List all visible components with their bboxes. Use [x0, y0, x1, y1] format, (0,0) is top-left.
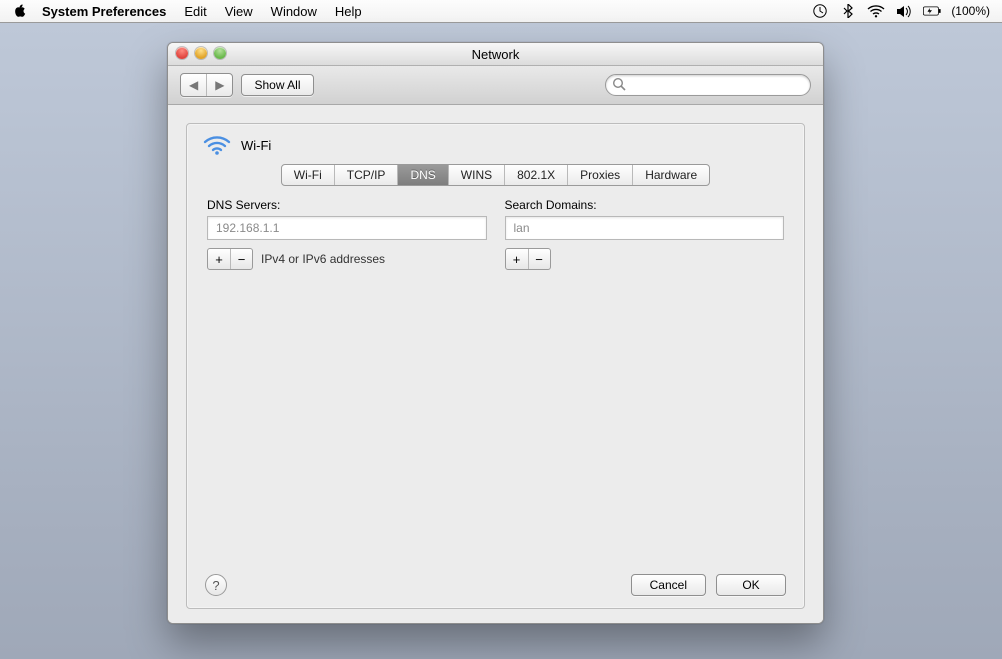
tab-dns[interactable]: DNS [398, 165, 448, 185]
dns-servers-label: DNS Servers: [207, 198, 487, 212]
wifi-advanced-sheet: Wi-Fi Wi-Fi TCP/IP DNS WINS 802.1X Proxi… [186, 123, 805, 609]
search-domain-row[interactable]: lan [506, 217, 784, 239]
toolbar-search [605, 74, 811, 96]
apple-menu[interactable] [14, 4, 28, 18]
menu-edit[interactable]: Edit [184, 4, 206, 19]
tab-proxies[interactable]: Proxies [568, 165, 633, 185]
battery-percent: (100%) [951, 4, 990, 18]
window-titlebar[interactable]: Network [168, 43, 823, 66]
app-menu[interactable]: System Preferences [42, 4, 166, 19]
minimize-window-button[interactable] [195, 47, 207, 59]
close-window-button[interactable] [176, 47, 188, 59]
add-search-domain-button[interactable]: + [506, 249, 528, 269]
menu-view[interactable]: View [225, 4, 253, 19]
battery-icon[interactable] [923, 4, 941, 18]
search-input[interactable] [605, 74, 811, 96]
wifi-status-icon[interactable] [867, 4, 885, 18]
add-dns-server-button[interactable]: + [208, 249, 230, 269]
cancel-button[interactable]: Cancel [631, 574, 706, 596]
ok-button[interactable]: OK [716, 574, 786, 596]
window-title: Network [472, 47, 520, 62]
help-button[interactable]: ? [205, 574, 227, 596]
tab-wins[interactable]: WINS [449, 165, 505, 185]
tab-hardware[interactable]: Hardware [633, 165, 709, 185]
remove-dns-server-button[interactable]: − [230, 249, 252, 269]
preferences-window: Network ◀ ▶ Show All Wi-Fi Wi-F [167, 42, 824, 624]
search-domains-label: Search Domains: [505, 198, 785, 212]
search-icon [612, 77, 626, 94]
back-button[interactable]: ◀ [181, 74, 206, 96]
bluetooth-icon[interactable] [839, 4, 857, 18]
dns-servers-list[interactable]: 192.168.1.1 [207, 216, 487, 240]
wifi-icon [203, 134, 231, 156]
forward-button[interactable]: ▶ [206, 74, 232, 96]
connection-name: Wi-Fi [241, 138, 271, 153]
time-machine-icon[interactable] [811, 4, 829, 18]
search-domains-list[interactable]: lan [505, 216, 785, 240]
window-toolbar: ◀ ▶ Show All [168, 66, 823, 105]
dns-server-row[interactable]: 192.168.1.1 [208, 217, 486, 239]
nav-segment: ◀ ▶ [180, 73, 233, 97]
tab-tcpip[interactable]: TCP/IP [335, 165, 399, 185]
remove-search-domain-button[interactable]: − [528, 249, 550, 269]
dns-servers-hint: IPv4 or IPv6 addresses [261, 252, 385, 266]
menu-bar: System Preferences Edit View Window Help… [0, 0, 1002, 23]
volume-icon[interactable] [895, 4, 913, 18]
menu-help[interactable]: Help [335, 4, 362, 19]
zoom-window-button[interactable] [214, 47, 226, 59]
menu-window[interactable]: Window [271, 4, 317, 19]
tab-8021x[interactable]: 802.1X [505, 165, 568, 185]
tab-wifi[interactable]: Wi-Fi [282, 165, 335, 185]
show-all-button[interactable]: Show All [241, 74, 313, 96]
advanced-tabs: Wi-Fi TCP/IP DNS WINS 802.1X Proxies Har… [281, 164, 710, 186]
